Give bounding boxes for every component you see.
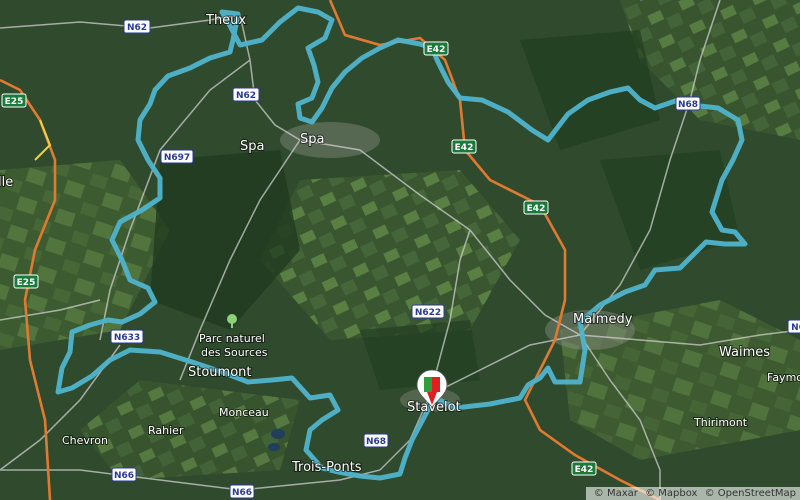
road-shield-n66: N66	[229, 484, 255, 499]
road-shield-n6: N6	[787, 319, 800, 334]
svg-text:E42: E42	[427, 45, 446, 55]
road-shield-n62: N62	[123, 19, 151, 34]
svg-text:N68: N68	[366, 437, 386, 447]
svg-text:E42: E42	[455, 143, 474, 153]
place-label-spa-town: Spa	[300, 132, 324, 147]
svg-text:N66: N66	[114, 471, 134, 481]
road-shield-n622: N622	[411, 304, 445, 319]
road-shield-n62: N62	[232, 87, 260, 102]
place-label-trois-ponts: Trois-Ponts	[291, 460, 362, 475]
place-label-monceau: Monceau	[219, 406, 269, 419]
attribution-osm[interactable]: © OpenStreetMap	[705, 488, 796, 499]
lake	[268, 443, 280, 451]
svg-text:N633: N633	[114, 333, 140, 343]
place-label-lle: lle	[0, 175, 13, 190]
place-label-stoumont: Stoumont	[188, 365, 252, 380]
place-label-theux: Theux	[205, 13, 246, 28]
place-label-thirimont: Thirimont	[693, 416, 748, 429]
svg-text:N68: N68	[678, 100, 698, 110]
attribution-mapbox[interactable]: © Mapbox	[645, 488, 697, 499]
road-shield-e42: E42	[423, 41, 449, 56]
svg-text:E25: E25	[17, 278, 36, 288]
attribution-maxar[interactable]: © Maxar	[594, 488, 638, 499]
road-shield-n66: N66	[111, 467, 137, 482]
road-shield-e42: E42	[451, 139, 477, 154]
place-label-rahier: Rahier	[148, 424, 184, 437]
lake	[271, 429, 285, 439]
svg-text:E25: E25	[5, 97, 24, 107]
park-label-line1: Parc naturel	[199, 332, 265, 345]
road-shield-e25: E25	[1, 93, 27, 108]
road-shield-n68: N68	[363, 433, 389, 448]
park-label-line2: des Sources	[201, 346, 268, 359]
road-shield-e42: E42	[571, 461, 597, 476]
road-shield-e25: E25	[13, 274, 39, 289]
svg-text:N622: N622	[415, 308, 441, 318]
place-label-spa: Spa	[240, 139, 264, 154]
svg-text:N66: N66	[232, 488, 252, 498]
place-label-waimes: Waimes	[719, 345, 770, 360]
svg-text:E42: E42	[527, 204, 546, 214]
svg-text:N697: N697	[164, 153, 190, 163]
svg-text:N6: N6	[791, 323, 800, 333]
svg-text:N62: N62	[236, 91, 256, 101]
map-canvas[interactable]: Theux Spa Spa Malmedy Waimes Faymo Stave…	[0, 0, 800, 500]
road-shield-n68: N68	[675, 96, 701, 111]
place-label-faymo: Faymo	[767, 371, 800, 384]
urban-area-spa	[280, 122, 380, 158]
map-layer: Theux Spa Spa Malmedy Waimes Faymo Stave…	[0, 0, 800, 500]
svg-text:N62: N62	[127, 23, 147, 33]
map-attribution[interactable]: © Maxar © Mapbox © OpenStreetMap	[585, 487, 800, 500]
place-label-chevron: Chevron	[62, 434, 108, 447]
road-shield-n697: N697	[160, 149, 194, 164]
road-shield-e42: E42	[523, 200, 549, 215]
svg-text:E42: E42	[575, 465, 594, 475]
place-label-malmedy: Malmedy	[573, 312, 633, 327]
road-shield-n633: N633	[110, 329, 144, 344]
